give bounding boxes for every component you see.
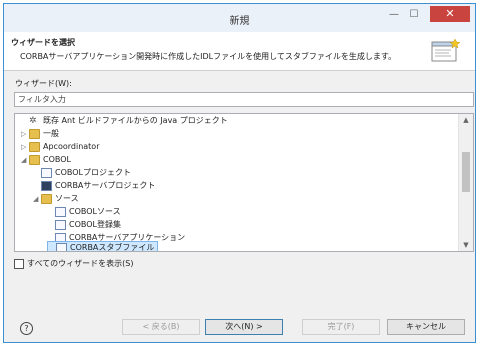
wizards-label: ウィザード(W): <box>15 79 72 88</box>
corba-stub-icon <box>56 243 67 251</box>
minimize-button[interactable]: — <box>386 8 402 22</box>
tree-item-cobol[interactable]: ◢ COBOL <box>21 154 71 166</box>
tree-item-label: COBOL <box>43 155 71 164</box>
tree-item-general[interactable]: ▷ 一般 <box>21 128 59 140</box>
next-button[interactable]: 次へ(N) > <box>205 319 283 335</box>
wizard-banner-icon <box>431 38 461 62</box>
folder-icon <box>41 194 52 204</box>
back-button[interactable]: < 戻る(B) <box>122 319 200 335</box>
folder-icon <box>29 129 40 139</box>
tree-item-apcoordinator[interactable]: ▷ Apcoordinator <box>21 141 99 153</box>
cobol-library-icon <box>55 220 66 230</box>
expand-icon[interactable]: ▷ <box>21 128 29 140</box>
tree-item-ant-java-project[interactable]: ✲ 既存 Ant ビルドファイルからの Java プロジェクト <box>21 115 228 127</box>
cancel-button[interactable]: キャンセル <box>387 319 465 335</box>
title-bar: 新規 — ☐ ✕ <box>4 4 475 32</box>
folder-icon <box>29 155 40 165</box>
tree-item-label: COBOL登録集 <box>69 220 121 229</box>
show-all-label: すべてのウィザードを表示(S) <box>27 259 134 268</box>
tree-item-corba-stub-file[interactable]: CORBAスタブファイル <box>47 241 159 252</box>
tree-scrollbar[interactable]: ▲ ▼ <box>458 114 473 251</box>
corba-project-icon <box>41 181 52 191</box>
wizard-banner: ウィザードを選択 CORBAサーバアプリケーション開発時に作成したIDLファイル… <box>4 32 475 71</box>
banner-title: ウィザードを選択 <box>11 38 75 47</box>
filter-input[interactable]: フィルタ入力 <box>14 92 474 107</box>
maximize-button[interactable]: ☐ <box>406 8 422 22</box>
folder-icon <box>29 142 40 152</box>
window-title: 新規 <box>229 16 250 27</box>
tree-item-cobol-library[interactable]: COBOL登録集 <box>47 219 121 231</box>
tree-item-label: COBOLソース <box>69 207 121 216</box>
collapse-icon[interactable]: ◢ <box>33 193 41 205</box>
tree-item-label: 既存 Ant ビルドファイルからの Java プロジェクト <box>43 116 228 125</box>
gear-icon: ✲ <box>29 116 37 126</box>
dialog-window: 新規 — ☐ ✕ ウィザードを選択 CORBAサーバアプリケーション開発時に作成… <box>3 3 476 343</box>
help-icon[interactable]: ? <box>20 322 33 335</box>
checkbox-box[interactable] <box>14 258 24 269</box>
show-all-wizards-checkbox[interactable]: すべてのウィザードを表示(S) <box>14 258 133 269</box>
finish-button[interactable]: 完了(F) <box>302 319 380 335</box>
banner-description: CORBAサーバアプリケーション開発時に作成したIDLファイルを使用してスタブフ… <box>20 52 397 61</box>
tree-item-label: CORBAサーバプロジェクト <box>55 181 156 190</box>
tree-item-label: CORBAスタブファイル <box>70 243 155 252</box>
scrollbar-thumb[interactable] <box>462 152 470 192</box>
tree-item-cobol-source[interactable]: COBOLソース <box>47 206 121 218</box>
expand-icon[interactable]: ▷ <box>21 141 29 153</box>
tree-item-label: Apcoordinator <box>43 142 100 151</box>
tree-item-cobol-project[interactable]: COBOLプロジェクト <box>33 167 131 179</box>
tree-item-source[interactable]: ◢ ソース <box>33 193 79 205</box>
tree-item-label: 一般 <box>43 129 59 138</box>
scroll-down-icon[interactable]: ▼ <box>459 239 473 251</box>
wizard-tree[interactable]: ✲ 既存 Ant ビルドファイルからの Java プロジェクト ▷ 一般 ▷ Apco… <box>14 113 474 252</box>
close-button[interactable]: ✕ <box>430 6 470 22</box>
collapse-icon[interactable]: ◢ <box>21 154 29 166</box>
tree-item-corba-server-project[interactable]: CORBAサーバプロジェクト <box>33 180 155 192</box>
tree-item-label: COBOLプロジェクト <box>55 168 131 177</box>
cobol-project-icon <box>41 168 52 178</box>
scroll-up-icon[interactable]: ▲ <box>459 114 473 126</box>
cobol-source-icon <box>55 207 66 217</box>
tree-item-label: ソース <box>55 194 79 203</box>
